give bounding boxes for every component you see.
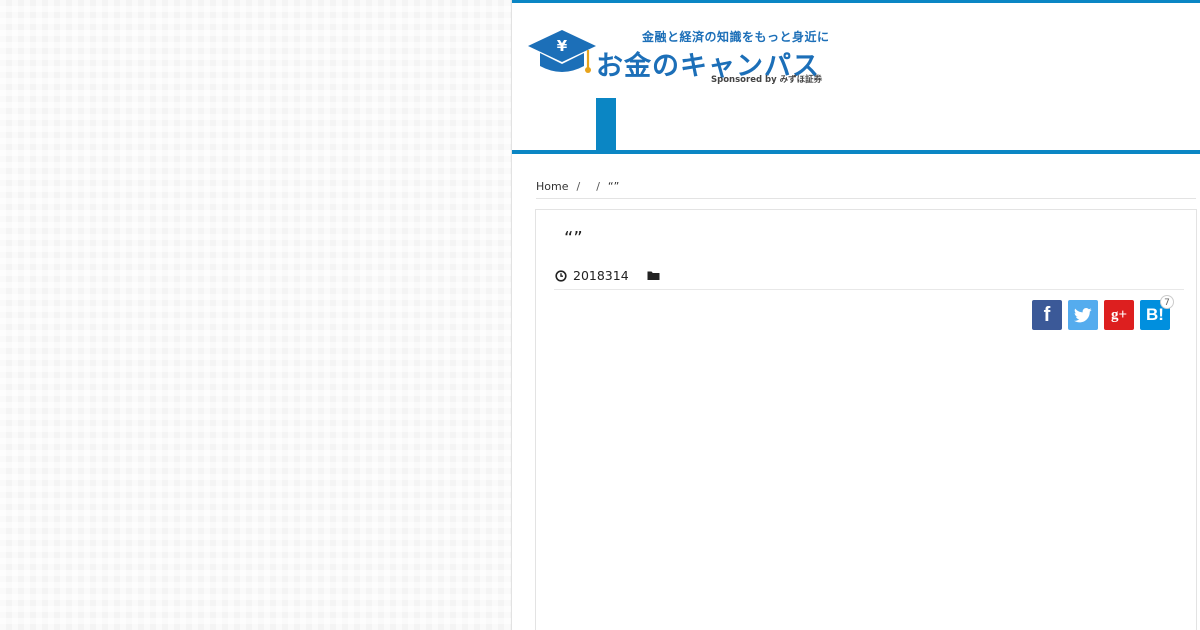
article-card: “” 2018314 f g+ B! 7 — [535, 209, 1197, 630]
top-accent-bar — [512, 0, 1200, 3]
site-logo[interactable]: ¥ 金融と経済の知識をもっと身近に お金のキャンパス Sponsored by … — [526, 24, 829, 86]
breadcrumb-separator: / — [596, 180, 600, 193]
folder-icon[interactable] — [647, 270, 660, 281]
main-navigation — [512, 96, 1200, 154]
breadcrumb-separator: / — [576, 180, 581, 193]
twitter-share-button[interactable] — [1068, 300, 1098, 330]
nav-bar-underline — [512, 150, 1200, 154]
hatena-bookmark-count[interactable]: 7 — [1160, 295, 1174, 309]
nav-tab-active[interactable] — [596, 98, 616, 150]
page-background-pattern — [0, 0, 511, 630]
graduation-cap-yen-icon: ¥ — [528, 30, 596, 73]
clock-icon — [555, 269, 567, 282]
facebook-icon: f — [1043, 303, 1051, 326]
breadcrumb: Home / / “” — [536, 180, 619, 193]
hatena-bookmark-icon: B! — [1146, 305, 1164, 324]
meta-divider — [554, 289, 1184, 290]
logo-sponsor: Sponsored by みずほ証券 — [711, 75, 823, 85]
twitter-bird-icon — [1074, 307, 1092, 322]
google-plus-icon: g+ — [1110, 306, 1128, 323]
breadcrumb-current: “” — [607, 180, 620, 193]
logo-tagline: 金融と経済の知識をもっと身近に — [642, 30, 830, 44]
post-date: 2018314 — [573, 268, 629, 283]
breadcrumb-home[interactable]: Home — [536, 180, 568, 193]
post-title: “” — [564, 228, 583, 249]
google-plus-share-button[interactable]: g+ — [1104, 300, 1134, 330]
svg-text:¥: ¥ — [557, 37, 568, 55]
breadcrumb-divider — [536, 198, 1196, 199]
facebook-share-button[interactable]: f — [1032, 300, 1062, 330]
post-meta: 2018314 — [555, 268, 660, 283]
site-container: ¥ 金融と経済の知識をもっと身近に お金のキャンパス Sponsored by … — [511, 0, 1200, 630]
